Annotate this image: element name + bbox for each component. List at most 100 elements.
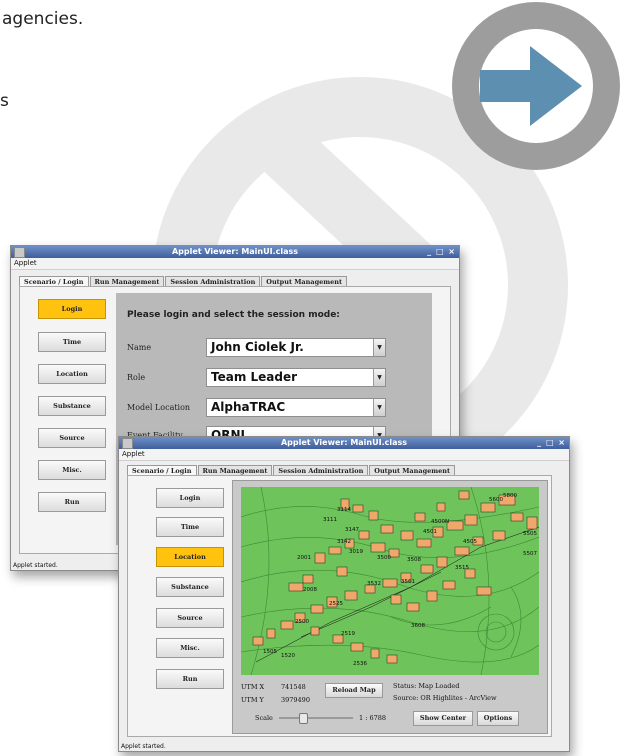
map-status-text: Status: Map Loaded xyxy=(393,682,460,690)
form-title: Please login and select the session mode… xyxy=(127,310,340,320)
options-button[interactable]: Options xyxy=(477,711,519,726)
reload-map-button[interactable]: Reload Map xyxy=(325,683,383,698)
map-building xyxy=(420,564,434,574)
window-controls-icon[interactable]: _ □ × xyxy=(537,437,566,449)
map-building-label: 3142 xyxy=(337,539,351,545)
nav-location-button[interactable]: Location xyxy=(38,364,106,384)
map-building-label: 1505 xyxy=(263,649,277,655)
menu-applet[interactable]: Applet xyxy=(119,449,569,461)
map-building xyxy=(266,628,276,639)
map-building-label: 5507 xyxy=(523,551,537,557)
nav-login-button[interactable]: Login xyxy=(38,299,106,319)
status-bar: Applet started. xyxy=(121,743,166,750)
menu-applet[interactable]: Applet xyxy=(11,258,459,270)
map-building-label: 3500 xyxy=(377,555,391,561)
title-bar[interactable]: Applet Viewer: MainUI.class _ □ × xyxy=(11,246,459,258)
map-building xyxy=(358,530,370,540)
map-building-label: 3561 xyxy=(401,579,415,585)
map-building-label: 3147 xyxy=(345,527,359,533)
slider-track xyxy=(279,717,353,719)
nav-run-button[interactable]: Run xyxy=(156,669,224,689)
name-label: Name xyxy=(127,343,152,352)
map-building xyxy=(328,546,342,555)
map-building xyxy=(252,636,264,646)
map-building-label: 2500 xyxy=(295,619,309,625)
map-building xyxy=(368,510,379,521)
map-building xyxy=(352,504,364,513)
title-bar[interactable]: Applet Viewer: MainUI.class _ □ × xyxy=(119,437,569,449)
map-building-label: 3608 xyxy=(411,623,425,629)
map-source-text: Source: OR Highlites - ArcView xyxy=(393,694,497,702)
nav-substance-button[interactable]: Substance xyxy=(38,396,106,416)
map-building xyxy=(414,512,426,522)
map-building xyxy=(344,590,358,601)
scale-label: Scale xyxy=(255,714,273,722)
model-location-select[interactable]: AlphaTRAC ▼ xyxy=(206,398,386,417)
map-building xyxy=(400,530,414,541)
map-building xyxy=(280,620,294,630)
utm-y-value: 3979490 xyxy=(281,696,310,704)
map-building xyxy=(416,538,432,548)
map-building-label: 4505 xyxy=(463,539,477,545)
show-center-button[interactable]: Show Center xyxy=(413,711,473,726)
nav-login-button[interactable]: Login xyxy=(156,488,224,508)
model-location-value: AlphaTRAC xyxy=(211,400,286,414)
map-building xyxy=(386,654,398,664)
utm-x-value: 741548 xyxy=(281,683,306,691)
model-location-label: Model Location xyxy=(127,403,191,412)
headline-fragment: s xyxy=(0,91,9,111)
map-building xyxy=(302,574,314,584)
map-building-label: 5505 xyxy=(523,531,537,537)
map-building-label: 3111 xyxy=(323,517,337,523)
map-building-label: 4501 xyxy=(423,529,437,535)
map-building xyxy=(442,580,456,590)
map-building-label: 5800 xyxy=(503,493,517,499)
chevron-down-icon[interactable]: ▼ xyxy=(373,399,385,416)
slider-knob[interactable] xyxy=(299,713,308,724)
map-building-label: 3114 xyxy=(337,507,351,513)
name-select[interactable]: John Ciolek Jr. ▼ xyxy=(206,338,386,357)
map-building xyxy=(426,590,438,602)
map-building xyxy=(380,524,394,534)
nav-substance-button[interactable]: Substance xyxy=(156,577,224,597)
map-building xyxy=(288,582,304,592)
map-building xyxy=(492,530,506,541)
nav-time-button[interactable]: Time xyxy=(38,332,106,352)
window-controls-icon[interactable]: _ □ × xyxy=(427,246,456,258)
map-building-label: 2001 xyxy=(297,555,311,561)
nav-misc-button[interactable]: Misc. xyxy=(38,460,106,480)
map-building xyxy=(314,552,326,564)
role-select[interactable]: Team Leader ▼ xyxy=(206,368,386,387)
map-building xyxy=(436,556,448,568)
chevron-down-icon[interactable]: ▼ xyxy=(373,369,385,386)
map-building xyxy=(476,586,492,596)
scale-slider[interactable] xyxy=(279,713,353,724)
map-building xyxy=(350,642,364,652)
nav-time-button[interactable]: Time xyxy=(156,517,224,537)
chevron-down-icon[interactable]: ▼ xyxy=(373,339,385,356)
map-building xyxy=(436,502,446,512)
nav-source-button[interactable]: Source xyxy=(38,428,106,448)
map-building xyxy=(406,602,420,612)
map-building xyxy=(390,594,402,605)
utm-x-label: UTM X xyxy=(241,683,265,691)
map-building xyxy=(446,520,464,531)
map-building-label: 2536 xyxy=(353,661,367,667)
map-building-label: 2519 xyxy=(341,631,355,637)
nav-location-button[interactable]: Location xyxy=(156,547,224,567)
map-building-label: 2525 xyxy=(329,601,343,607)
map-building xyxy=(526,516,538,530)
map-building xyxy=(510,512,524,522)
map-building xyxy=(480,502,496,513)
nav-source-button[interactable]: Source xyxy=(156,608,224,628)
map-building xyxy=(310,626,320,636)
map-building-label: 3019 xyxy=(349,549,363,555)
map-building xyxy=(370,542,386,553)
site-map[interactable]: 31143111 3147 3142 3019 2001 3500 4501 4500N 560… xyxy=(241,487,539,675)
map-building-label: 3515 xyxy=(455,565,469,571)
window-title: Applet Viewer: MainUI.class xyxy=(171,247,299,256)
nav-misc-button[interactable]: Misc. xyxy=(156,638,224,658)
utm-y-label: UTM Y xyxy=(241,696,264,704)
map-building xyxy=(370,648,380,659)
nav-run-button[interactable]: Run xyxy=(38,492,106,512)
